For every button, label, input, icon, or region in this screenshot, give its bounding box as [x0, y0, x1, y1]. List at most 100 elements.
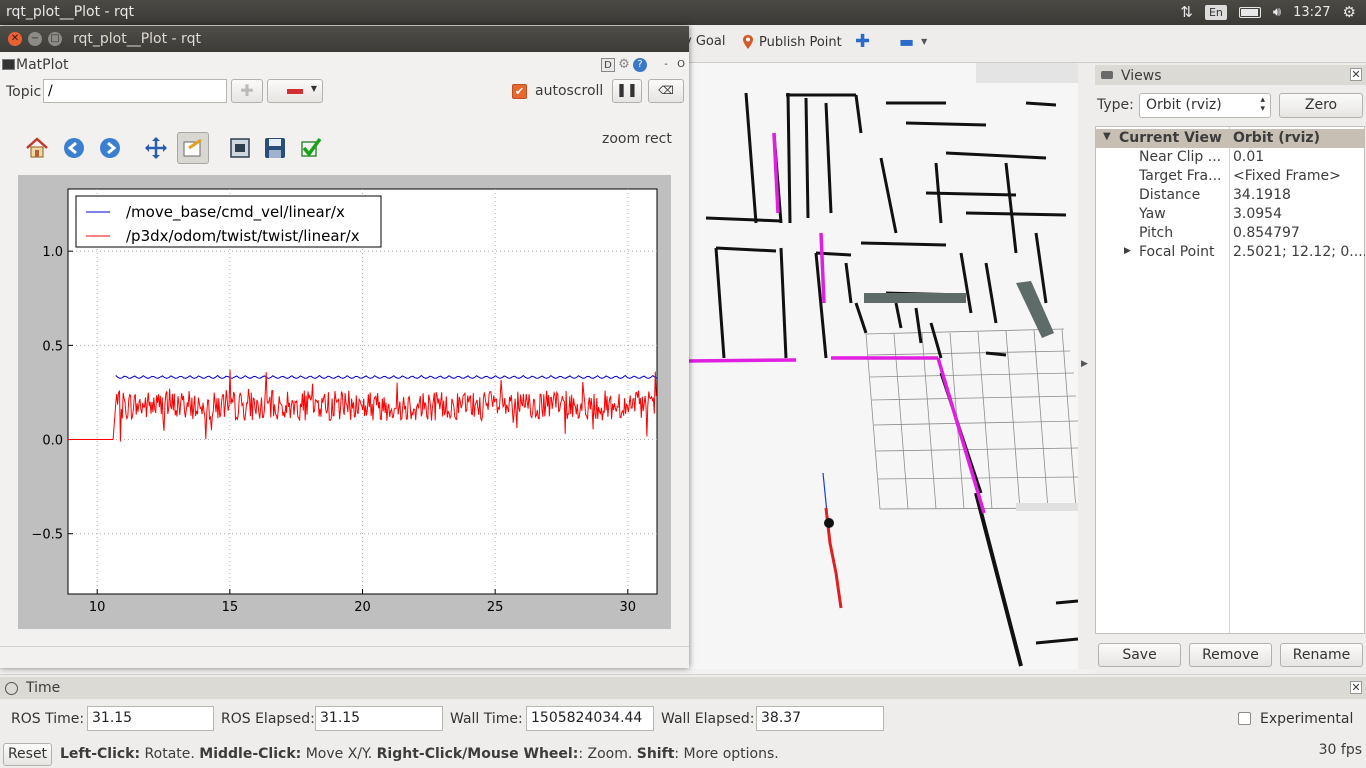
line-chart: 10 15 20 25 30 −0.5 0.0 0.5 1.0/move_base/cmd_ve…	[31, 188, 658, 615]
plugin-title: MatPlot	[16, 57, 69, 73]
home-svg	[26, 137, 48, 158]
save-figure-icon[interactable]	[262, 135, 288, 161]
remove-button[interactable]: Remove	[1189, 643, 1272, 667]
tree-row-current-view[interactable]: ▼ Current View Orbit (rviz)	[1096, 129, 1364, 148]
2d-nav-goal-tool[interactable]: y Goal	[684, 34, 725, 49]
current-view-label: Current View	[1119, 130, 1222, 146]
ros-elapsed-label: ROS Elapsed:	[221, 711, 315, 727]
property-value: 0.854797	[1233, 225, 1300, 241]
add-topic-button[interactable]: ✚	[231, 79, 263, 103]
view-properties-tree[interactable]: ▼ Current View Orbit (rviz) Near Clip ..…	[1095, 126, 1365, 634]
autoscroll-checkbox[interactable]: ✔	[512, 84, 527, 99]
minus-icon	[287, 89, 303, 94]
hint-bold: Shift	[636, 746, 675, 762]
x-tick-label: 30	[620, 600, 637, 615]
remove-tool-icon[interactable]: ▬ ▼	[899, 32, 927, 51]
camera-icon	[1101, 71, 1113, 79]
forward-svg	[100, 138, 120, 158]
views-panel-title: Views	[1121, 68, 1162, 84]
wall-elapsed-field[interactable]: 38.37	[756, 706, 884, 731]
expand-arrow-icon[interactable]: ▶	[1124, 246, 1131, 256]
matplotlib-canvas[interactable]: 10 15 20 25 30 −0.5 0.0 0.5 1.0/move_base/cmd_ve…	[18, 175, 671, 629]
forward-arrow-icon[interactable]	[97, 135, 123, 161]
pause-icon: ❚❚	[616, 83, 638, 98]
close-icon[interactable]: ✕	[1350, 681, 1362, 694]
rename-button[interactable]: Rename	[1280, 643, 1363, 667]
map-pin-icon	[743, 35, 753, 49]
wall-elapsed-label: Wall Elapsed:	[661, 711, 755, 727]
ros-time-label: ROS Time:	[11, 711, 85, 727]
close-icon[interactable]: ✕	[1350, 68, 1362, 81]
fps-readout: 30 fps	[1318, 742, 1362, 758]
battery-icon[interactable]	[1238, 6, 1261, 18]
tree-row[interactable]: Target Fra... <Fixed Frame>	[1096, 167, 1364, 186]
home-icon[interactable]	[24, 135, 50, 161]
window-close-icon[interactable]: ✕	[8, 32, 22, 46]
hint-bold: Right-Click/Mouse Wheel:	[376, 746, 579, 762]
experimental-checkbox[interactable]	[1238, 712, 1251, 725]
tree-row[interactable]: Pitch 0.854797	[1096, 224, 1364, 243]
rqt-window-title: rqt_plot__Plot - rqt	[73, 31, 201, 47]
tree-row[interactable]: Yaw 3.0954	[1096, 205, 1364, 224]
checkmark-icon[interactable]	[298, 135, 324, 161]
clock[interactable]: 13:27	[1293, 5, 1330, 20]
window-minimize-icon[interactable]: −	[28, 32, 42, 46]
ros-elapsed-field[interactable]: 31.15	[315, 706, 443, 731]
time-panel-title: Time	[26, 680, 61, 696]
zoom-mode-label: zoom rect	[602, 131, 672, 147]
x-tick-label: 20	[354, 600, 371, 615]
collapse-arrow-icon[interactable]: ▼	[1103, 131, 1111, 142]
spin-arrows-icon: ▴ ▾	[1260, 95, 1265, 114]
configure-subplots-icon[interactable]	[227, 135, 253, 161]
property-key: Yaw	[1139, 206, 1166, 222]
settings-gear-icon[interactable]: ⚙	[1343, 3, 1356, 21]
reset-button[interactable]: Reset	[3, 743, 52, 766]
remove-topic-button[interactable]: ▼	[267, 79, 323, 103]
map-unknown-region	[976, 63, 1078, 83]
ros-time-field[interactable]: 31.15	[87, 706, 214, 731]
gear-icon[interactable]: ⚙	[617, 58, 631, 72]
autoscroll-label: autoscroll	[535, 83, 604, 99]
property-value: 0.01	[1233, 149, 1265, 165]
time-panel: Time ✕ ROS Time: 31.15 ROS Elapsed: 31.1…	[0, 674, 1366, 740]
clear-button[interactable]: ⌫	[648, 79, 684, 103]
zoom-rect-icon[interactable]	[177, 132, 209, 164]
expand-arrow-icon: ▶	[1081, 359, 1088, 369]
window-maximize-icon[interactable]: □	[48, 32, 62, 46]
check-svg	[301, 137, 322, 157]
panel-splitter[interactable]: ▶	[1078, 63, 1095, 669]
save-button[interactable]: Save	[1098, 643, 1181, 667]
volume-icon[interactable]: 🔊︎	[1273, 5, 1281, 20]
tree-row[interactable]: Near Clip ... 0.01	[1096, 148, 1364, 167]
keyboard-layout-indicator[interactable]: En	[1204, 4, 1227, 20]
rviz-3d-viewport[interactable]	[686, 63, 1078, 669]
experimental-label: Experimental	[1260, 711, 1354, 727]
map-unknown-region	[1016, 503, 1078, 511]
x-tick-label: 15	[222, 600, 239, 615]
plugin-header: MatPlot D ⚙ ? - O	[0, 54, 689, 76]
hint-text: Rotate.	[140, 746, 200, 762]
wall-time-field[interactable]: 1505824034.44	[526, 706, 654, 731]
y-tick-label: −0.5	[31, 528, 63, 543]
network-icon[interactable]: ⇅	[1180, 3, 1193, 21]
tree-row[interactable]: Distance 34.1918	[1096, 186, 1364, 205]
hint-text: : More options.	[674, 746, 779, 762]
publish-point-tool[interactable]: Publish Point	[742, 34, 842, 50]
rqt-window-titlebar[interactable]: ✕ − □ rqt_plot__Plot - rqt	[0, 26, 689, 52]
close-plugin-button[interactable]: O	[674, 58, 688, 72]
minimize-plugin-button[interactable]: -	[659, 58, 673, 72]
tree-row-focal-point[interactable]: ▶ Focal Point 2.5021; 12.12; 0....	[1096, 243, 1365, 262]
view-type-select[interactable]: Orbit (rviz) ▴ ▾	[1139, 93, 1271, 118]
hint-bold: Middle-Click:	[199, 746, 302, 762]
pause-button[interactable]: ❚❚	[612, 79, 642, 103]
pan-icon[interactable]	[143, 135, 169, 161]
dock-button[interactable]: D	[601, 58, 615, 72]
topic-input[interactable]	[43, 79, 227, 103]
help-button[interactable]: ?	[633, 58, 647, 72]
publish-point-label: Publish Point	[759, 34, 842, 50]
zero-button[interactable]: Zero	[1279, 93, 1363, 118]
view-type-label: Type:	[1097, 97, 1134, 113]
add-tool-icon[interactable]: ✚	[855, 31, 870, 52]
back-arrow-icon[interactable]	[61, 135, 87, 161]
plus-icon: ✚	[240, 81, 254, 100]
